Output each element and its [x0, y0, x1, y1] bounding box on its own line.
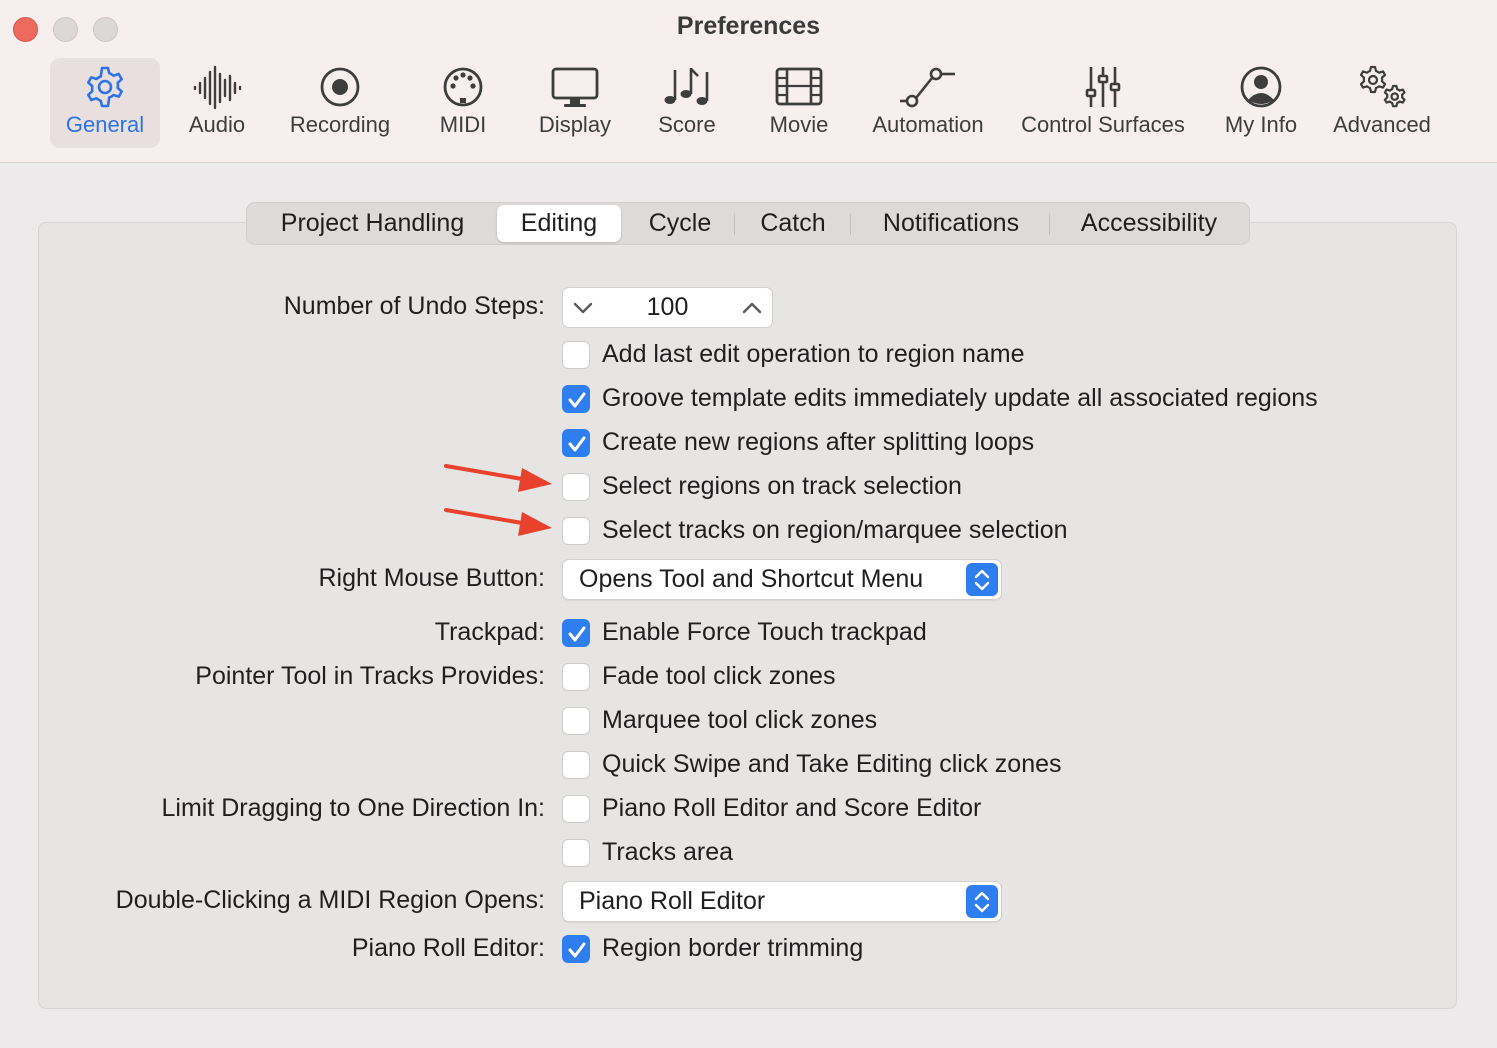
double-click-midi-value: Piano Roll Editor — [579, 887, 766, 915]
tab-project-handling[interactable]: Project Handling — [251, 205, 494, 242]
checkbox-label: Quick Swipe and Take Editing click zones — [602, 750, 1062, 778]
gear-icon — [50, 64, 160, 114]
toolbar-general[interactable]: General — [50, 58, 160, 148]
automation-curve-icon — [866, 64, 990, 114]
toolbar-control-surfaces-label: Control Surfaces — [1021, 112, 1185, 137]
trackpad-label: Trackpad: — [434, 618, 545, 646]
toolbar-score[interactable]: Score — [645, 58, 729, 148]
pointer-tool-label: Pointer Tool in Tracks Provides: — [195, 662, 545, 690]
checkmark-icon — [568, 626, 586, 642]
tab-cycle[interactable]: Cycle — [627, 205, 733, 242]
toolbar-display[interactable]: Display — [530, 58, 620, 148]
up-down-chevron-icon — [966, 563, 998, 596]
toolbar-score-label: Score — [658, 112, 716, 137]
checkbox-label: Add last edit operation to region name — [602, 340, 1025, 368]
toolbar-my-info[interactable]: My Info — [1218, 58, 1304, 148]
toolbar-recording[interactable]: Recording — [280, 58, 400, 148]
toolbar-automation[interactable]: Automation — [866, 58, 990, 148]
checkbox-groove-template[interactable] — [562, 385, 590, 413]
gears-icon — [1330, 64, 1434, 114]
chevron-down-icon — [573, 302, 593, 314]
tab-divider — [1049, 214, 1050, 235]
checkmark-icon — [568, 392, 586, 408]
faders-icon — [1018, 64, 1188, 114]
toolbar-midi-label: MIDI — [439, 112, 487, 137]
checkbox-label: Groove template edits immediately update… — [602, 384, 1318, 412]
right-mouse-popup[interactable]: Opens Tool and Shortcut Menu — [562, 559, 1002, 600]
toolbar-recording-label: Recording — [289, 112, 391, 137]
decrement-button[interactable] — [571, 296, 595, 320]
piano-roll-label: Piano Roll Editor: — [351, 934, 545, 962]
right-mouse-value: Opens Tool and Shortcut Menu — [579, 565, 924, 593]
increment-button[interactable] — [740, 296, 764, 320]
tab-divider — [850, 214, 851, 235]
film-icon — [757, 64, 841, 114]
checkbox-label: Piano Roll Editor and Score Editor — [602, 794, 982, 822]
checkbox-label: Tracks area — [602, 838, 734, 866]
midi-port-icon — [422, 64, 504, 114]
checkbox-label: Select regions on track selection — [602, 472, 962, 500]
right-mouse-label: Right Mouse Button: — [318, 564, 545, 592]
monitor-icon — [530, 64, 620, 114]
checkbox-quick-swipe-zones[interactable] — [562, 751, 590, 779]
tab-accessibility[interactable]: Accessibility — [1052, 205, 1246, 242]
tab-catch[interactable]: Catch — [737, 205, 849, 242]
checkbox-label: Fade tool click zones — [602, 662, 836, 690]
up-down-chevron-icon — [966, 885, 998, 918]
undo-steps-label: Number of Undo Steps: — [283, 292, 545, 320]
checkbox-fade-tool-zones[interactable] — [562, 663, 590, 691]
toolbar-control-surfaces[interactable]: Control Surfaces — [1018, 58, 1188, 148]
toolbar-my-info-label: My Info — [1224, 112, 1298, 137]
person-icon — [1218, 64, 1304, 114]
checkmark-icon — [568, 942, 586, 958]
record-icon — [280, 64, 400, 114]
checkbox-create-regions[interactable] — [562, 429, 590, 457]
checkbox-label: Enable Force Touch trackpad — [602, 618, 927, 646]
toolbar: Preferences General Audio Recording MIDI… — [0, 0, 1497, 163]
limit-dragging-label: Limit Dragging to One Direction In: — [161, 794, 545, 822]
double-click-midi-label: Double-Clicking a MIDI Region Opens: — [115, 886, 545, 914]
checkbox-label: Region border trimming — [602, 934, 864, 962]
checkbox-marquee-tool-zones[interactable] — [562, 707, 590, 735]
annotation-arrow-icon — [444, 508, 552, 536]
toolbar-automation-label: Automation — [872, 112, 984, 137]
double-click-midi-popup[interactable]: Piano Roll Editor — [562, 881, 1002, 922]
undo-steps-value[interactable]: 100 — [603, 293, 732, 322]
tab-editing[interactable]: Editing — [497, 205, 621, 242]
toolbar-advanced-label: Advanced — [1333, 112, 1431, 137]
checkbox-label: Select tracks on region/marquee selectio… — [602, 516, 1068, 544]
checkmark-icon — [568, 436, 586, 452]
checkbox-force-touch[interactable] — [562, 619, 590, 647]
checkbox-label: Marquee tool click zones — [602, 706, 878, 734]
checkbox-tracks-area[interactable] — [562, 839, 590, 867]
preferences-window: Preferences General Audio Recording MIDI… — [0, 0, 1497, 1048]
toolbar-movie-label: Movie — [769, 112, 829, 137]
tab-notifications[interactable]: Notifications — [853, 205, 1049, 242]
undo-steps-stepper: 100 — [562, 287, 773, 328]
toolbar-midi[interactable]: MIDI — [422, 58, 504, 148]
checkbox-select-regions-on-track[interactable] — [562, 473, 590, 501]
checkbox-piano-roll-score[interactable] — [562, 795, 590, 823]
checkbox-label: Create new regions after splitting loops — [602, 428, 1035, 456]
toolbar-audio[interactable]: Audio — [172, 58, 262, 148]
checkbox-region-border-trimming[interactable] — [562, 935, 590, 963]
checkbox-add-edit-operation[interactable] — [562, 341, 590, 369]
annotation-arrow-icon — [444, 464, 552, 492]
tab-divider — [734, 214, 735, 235]
checkbox-select-tracks-on-region[interactable] — [562, 517, 590, 545]
waveform-icon — [172, 64, 262, 114]
tab-bar: Project Handling Editing Cycle Catch Not… — [246, 202, 1250, 245]
music-notes-icon — [645, 64, 729, 114]
toolbar-movie[interactable]: Movie — [757, 58, 841, 148]
chevron-up-icon — [742, 302, 762, 314]
window-title: Preferences — [676, 12, 821, 40]
toolbar-advanced[interactable]: Advanced — [1330, 58, 1434, 148]
toolbar-display-label: Display — [538, 112, 612, 137]
